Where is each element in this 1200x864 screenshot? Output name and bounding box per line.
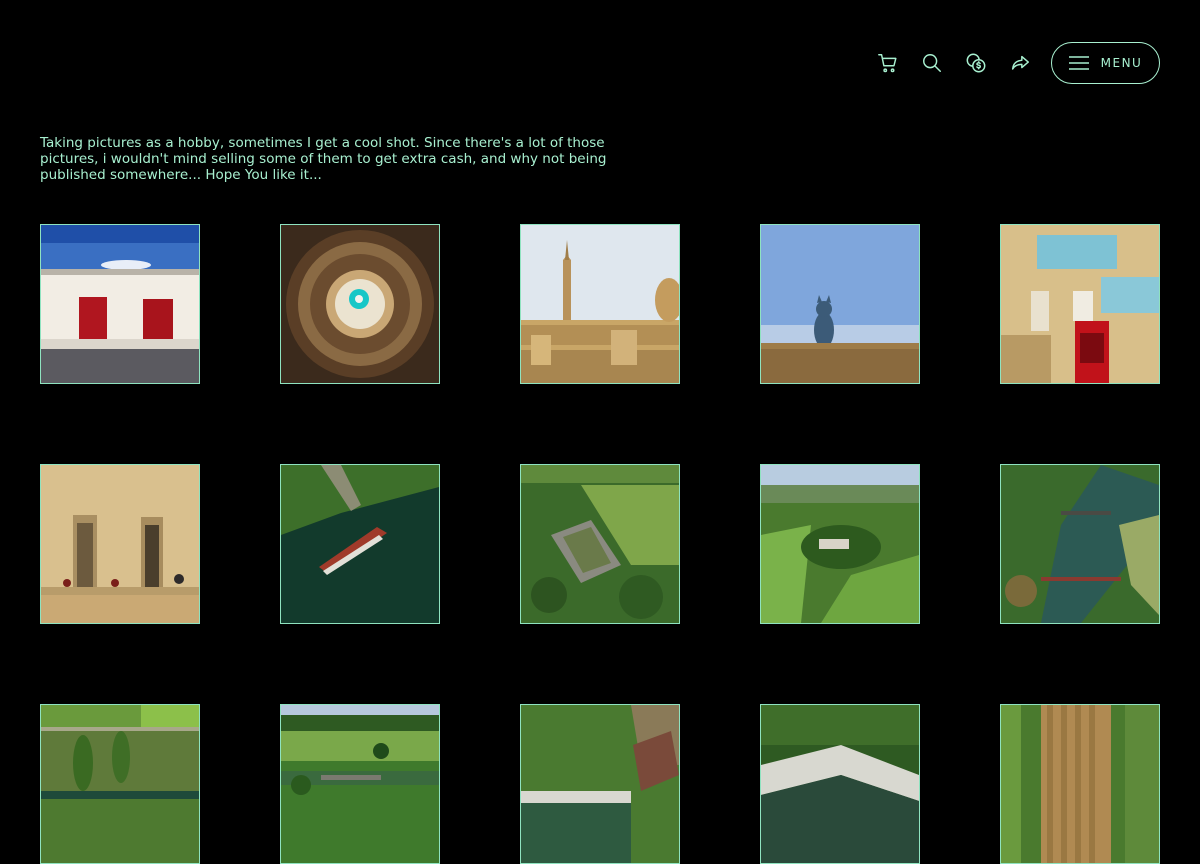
search-icon[interactable] bbox=[910, 42, 954, 84]
gallery-photo-hilltop-castle[interactable] bbox=[760, 464, 920, 624]
intro-text: Taking pictures as a hobby, sometimes I … bbox=[40, 135, 607, 183]
gallery-photo-dome-ceiling[interactable] bbox=[280, 224, 440, 384]
gallery-photo-aerial-boat[interactable] bbox=[280, 464, 440, 624]
gallery-photo-building-red-doors[interactable] bbox=[40, 224, 200, 384]
gallery-photo-sandstone-facade[interactable] bbox=[40, 464, 200, 624]
gallery-photo-waterfall-forest[interactable] bbox=[760, 704, 920, 864]
photo-gallery bbox=[40, 224, 1160, 864]
gallery-photo-aerial-castle[interactable] bbox=[520, 464, 680, 624]
gallery-photo-cat-statue[interactable] bbox=[760, 224, 920, 384]
gallery-photo-trees-fields[interactable] bbox=[40, 704, 200, 864]
currency-icon[interactable] bbox=[954, 42, 998, 84]
cart-icon[interactable] bbox=[866, 42, 910, 84]
menu-button[interactable]: MENU bbox=[1051, 42, 1160, 84]
gallery-photo-city-skyline[interactable] bbox=[520, 224, 680, 384]
gallery-photo-building-weir[interactable] bbox=[520, 704, 680, 864]
gallery-photo-striped-fields[interactable] bbox=[1000, 704, 1160, 864]
gallery-photo-stone-bridge[interactable] bbox=[280, 704, 440, 864]
menu-label: MENU bbox=[1100, 56, 1143, 70]
menu-icon bbox=[1068, 56, 1089, 70]
gallery-photo-river-bridges[interactable] bbox=[1000, 464, 1160, 624]
gallery-photo-balconies-phone-box[interactable] bbox=[1000, 224, 1160, 384]
header-toolbar: MENU bbox=[866, 42, 1160, 84]
share-icon[interactable] bbox=[998, 42, 1042, 84]
